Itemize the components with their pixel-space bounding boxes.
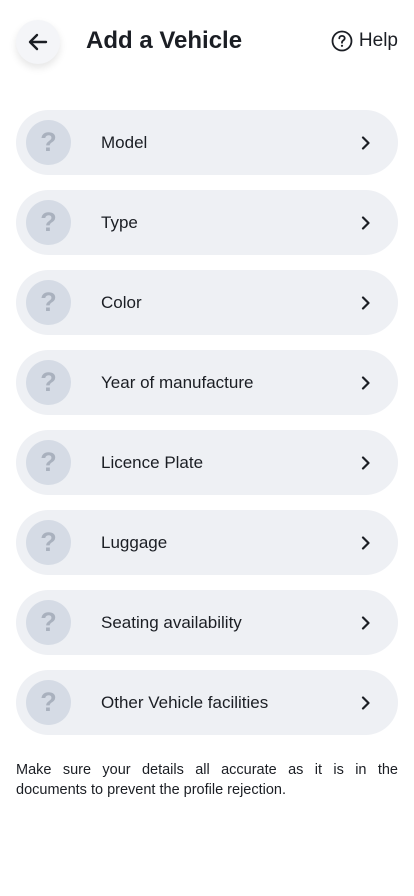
chevron-right-icon <box>360 616 372 630</box>
question-mark-icon: ? <box>26 600 71 645</box>
question-mark-icon: ? <box>26 360 71 405</box>
list-item-model[interactable]: ? Model <box>16 110 398 175</box>
list-item-color[interactable]: ? Color <box>16 270 398 335</box>
chevron-right-icon <box>360 696 372 710</box>
page-title: Add a Vehicle <box>86 27 243 54</box>
chevron-right-icon <box>360 296 372 310</box>
question-mark-icon: ? <box>26 520 71 565</box>
list-item-label: Licence Plate <box>101 452 204 472</box>
list-item-seating-availability[interactable]: ? Seating availability <box>16 590 398 655</box>
question-mark-icon: ? <box>26 440 71 485</box>
vehicle-details-list: ? Model ? Type ? Color ? Year of manufac… <box>16 110 398 750</box>
list-item-licence-plate[interactable]: ? Licence Plate <box>16 430 398 495</box>
list-item-year-of-manufacture[interactable]: ? Year of manufacture <box>16 350 398 415</box>
list-item-label: Type <box>101 212 138 232</box>
chevron-right-icon <box>360 376 372 390</box>
list-item-other-vehicle-facilities[interactable]: ? Other Vehicle facilities <box>16 670 398 735</box>
chevron-right-icon <box>360 456 372 470</box>
chevron-right-icon <box>360 536 372 550</box>
chevron-right-icon <box>360 136 372 150</box>
question-circle-icon <box>331 30 353 52</box>
question-mark-icon: ? <box>26 120 71 165</box>
list-item-label: Luggage <box>101 532 168 552</box>
help-label: Help <box>358 30 398 51</box>
list-item-label: Model <box>101 132 148 152</box>
back-button[interactable] <box>16 20 60 64</box>
list-item-label: Year of manufacture <box>101 372 254 392</box>
list-item-luggage[interactable]: ? Luggage <box>16 510 398 575</box>
list-item-type[interactable]: ? Type <box>16 190 398 255</box>
info-note: Make sure your details all accurate as i… <box>16 762 398 798</box>
question-mark-icon: ? <box>26 200 71 245</box>
arrow-left-icon <box>26 30 50 54</box>
list-item-label: Seating availability <box>101 612 242 632</box>
help-button[interactable]: Help <box>331 29 398 53</box>
header: Add a Vehicle Help <box>0 0 414 84</box>
chevron-right-icon <box>360 216 372 230</box>
list-item-label: Other Vehicle facilities <box>101 692 269 712</box>
question-mark-icon: ? <box>26 680 71 725</box>
question-mark-icon: ? <box>26 280 71 325</box>
add-vehicle-screen: Add a Vehicle Help ? Model ? Type ? Colo… <box>0 0 414 896</box>
list-item-label: Color <box>101 292 142 312</box>
